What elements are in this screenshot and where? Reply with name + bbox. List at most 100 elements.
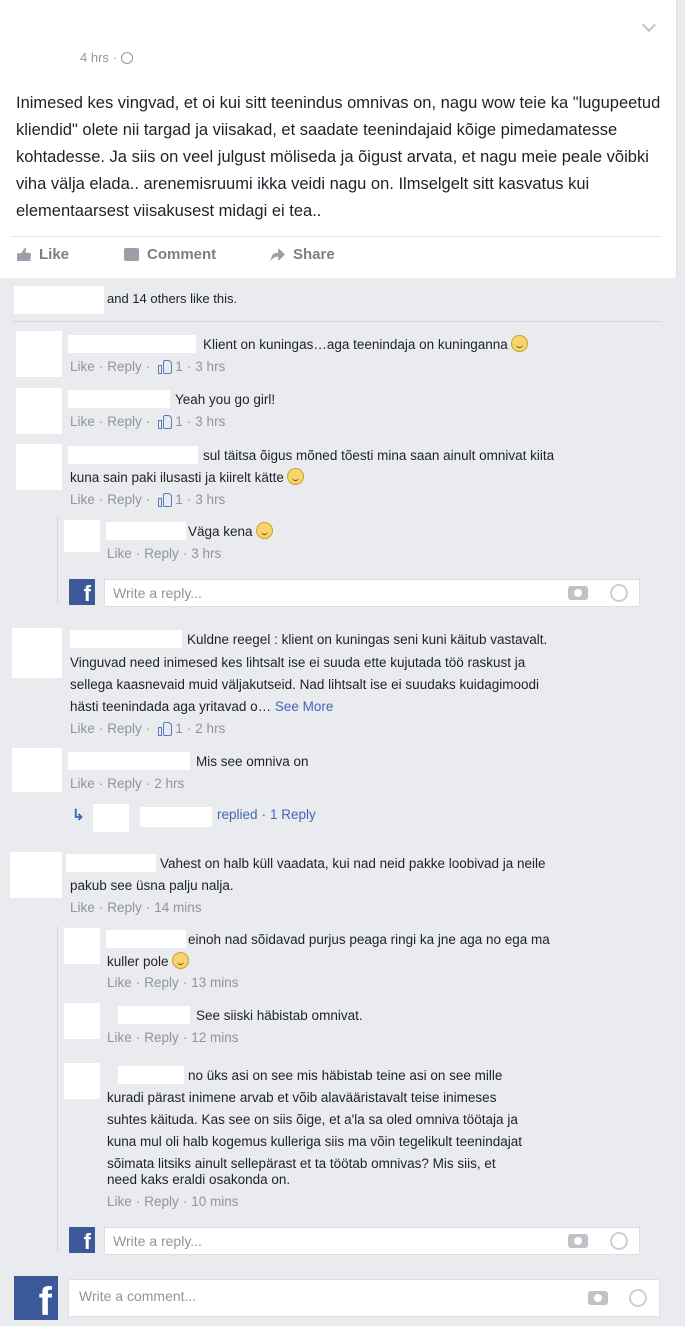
commenter-avatar[interactable] <box>16 331 62 377</box>
reply-link[interactable]: Reply <box>144 546 179 561</box>
like-link[interactable]: Like <box>70 721 95 736</box>
globe-icon[interactable] <box>121 51 134 64</box>
reply-avatar[interactable] <box>64 1003 100 1039</box>
replies-summary[interactable]: replied · 1 Reply <box>217 807 316 822</box>
reply-link[interactable]: Reply <box>144 1194 179 1209</box>
reply-text-line: kuna mul oli halb kogemus kulleriga siis… <box>107 1134 522 1149</box>
like-link[interactable]: Like <box>70 900 95 915</box>
reply-input[interactable]: Write a reply... <box>104 1227 640 1255</box>
share-button[interactable]: Share <box>270 246 335 263</box>
commenter-name[interactable] <box>68 335 196 353</box>
reply-link[interactable]: Reply <box>107 721 142 736</box>
reply-link[interactable]: Reply <box>107 776 142 791</box>
comment-time[interactable]: 3 hrs <box>195 359 225 374</box>
commenter-name[interactable] <box>66 854 156 872</box>
like-link[interactable]: Like <box>107 1194 132 1209</box>
reply-time[interactable]: 10 mins <box>191 1194 238 1209</box>
reply-link[interactable]: Reply <box>144 1030 179 1045</box>
like-link[interactable]: Like <box>107 975 132 990</box>
like-link[interactable]: Like <box>70 776 95 791</box>
redacted-name <box>14 286 104 314</box>
reply-text: Väga kena <box>188 521 273 542</box>
emoji-icon[interactable] <box>610 1232 628 1250</box>
comment-actions: Like · Reply · 14 mins <box>70 900 202 915</box>
reply-text-line: suhtes käituda. Kas see on siis õige, et… <box>107 1112 518 1127</box>
reply-time[interactable]: 13 mins <box>191 975 238 990</box>
comment-input[interactable]: Write a comment... <box>68 1279 660 1317</box>
commenter-name[interactable] <box>68 390 170 408</box>
comment-time[interactable]: 3 hrs <box>195 414 225 429</box>
author-avatar[interactable] <box>16 22 64 70</box>
comment-icon <box>124 248 139 261</box>
like-count[interactable]: 1 <box>175 721 183 736</box>
replier-avatar[interactable] <box>93 804 129 832</box>
reply-arrow-icon: ↳ <box>72 807 85 824</box>
like-link[interactable]: Like <box>70 492 95 507</box>
like-count[interactable]: 1 <box>175 414 183 429</box>
comment-time[interactable]: 2 hrs <box>154 776 184 791</box>
commenter-avatar[interactable] <box>12 628 62 678</box>
reply-input[interactable]: Write a reply... <box>104 579 640 607</box>
commenter-name[interactable] <box>68 446 198 464</box>
commenter-avatar[interactable] <box>10 852 62 898</box>
smiley-icon <box>255 522 273 539</box>
see-more-link[interactable]: See More <box>275 699 334 714</box>
reply-link[interactable]: Reply <box>107 414 142 429</box>
post-time[interactable]: 4 hrs <box>80 50 109 65</box>
comment-text: sul täitsa õigus mõned tõesti mina saan … <box>203 448 555 463</box>
camera-icon[interactable] <box>568 1234 588 1248</box>
like-link[interactable]: Like <box>70 359 95 374</box>
comment-time[interactable]: 3 hrs <box>195 492 225 507</box>
comment-time[interactable]: 14 mins <box>154 900 201 915</box>
commenter-avatar[interactable] <box>16 444 62 490</box>
reply-avatar[interactable] <box>64 928 100 964</box>
smiley-icon <box>286 468 304 485</box>
reply-name[interactable] <box>118 1066 184 1084</box>
reply-link[interactable]: Reply <box>107 359 142 374</box>
reply-avatar[interactable] <box>64 1063 100 1099</box>
comment-text-line: kuna sain paki ilusasti ja kiirelt kätte <box>70 467 304 488</box>
comment-text: Vahest on halb küll vaadata, kui nad nei… <box>160 856 546 871</box>
like-button[interactable]: Like <box>17 246 69 263</box>
likes-summary[interactable]: and 14 others like this. <box>107 291 237 306</box>
thread-line <box>57 926 58 1252</box>
reply-link[interactable]: Reply <box>144 975 179 990</box>
emoji-icon[interactable] <box>629 1289 647 1307</box>
replier-name[interactable] <box>140 807 212 827</box>
divider <box>12 236 662 237</box>
commenter-avatar[interactable] <box>12 748 62 792</box>
post-meta: 4 hrs · <box>80 50 134 65</box>
commenter-avatar[interactable] <box>16 388 62 434</box>
comment-text-line: hästi teenindada aga yritavad o… See Mor… <box>70 699 334 714</box>
reply-name[interactable] <box>106 930 186 948</box>
chevron-down-icon[interactable] <box>641 17 657 33</box>
comment-time[interactable]: 2 hrs <box>195 721 225 736</box>
commenter-name[interactable] <box>70 630 182 648</box>
comment-button[interactable]: Comment <box>124 246 216 263</box>
like-count[interactable]: 1 <box>175 492 183 507</box>
like-link[interactable]: Like <box>107 546 132 561</box>
commenter-name[interactable] <box>68 752 190 770</box>
reply-name[interactable] <box>106 522 186 540</box>
reply-link[interactable]: Reply <box>107 900 142 915</box>
like-link[interactable]: Like <box>107 1030 132 1045</box>
reply-time[interactable]: 3 hrs <box>191 546 221 561</box>
post-text: Inimesed kes vingvad, et oi kui sitt tee… <box>16 94 661 220</box>
reply-link[interactable]: Reply <box>107 492 142 507</box>
smiley-icon <box>510 335 528 352</box>
reply-avatar[interactable] <box>64 520 100 552</box>
camera-icon[interactable] <box>588 1291 608 1305</box>
share-icon <box>270 248 285 261</box>
reply-name[interactable] <box>118 1006 190 1024</box>
camera-icon[interactable] <box>568 586 588 600</box>
comment-text: Mis see omniva on <box>196 754 309 769</box>
reply-text: See siiski häbistab omnivat. <box>196 1008 363 1023</box>
like-icon <box>17 248 31 261</box>
reply-time[interactable]: 12 mins <box>191 1030 238 1045</box>
thumbs-up-icon <box>158 721 173 736</box>
emoji-icon[interactable] <box>610 584 628 602</box>
reply-actions: Like · Reply · 3 hrs <box>107 546 222 561</box>
like-link[interactable]: Like <box>70 414 95 429</box>
like-count[interactable]: 1 <box>175 359 183 374</box>
facebook-logo-icon: f <box>14 1276 58 1320</box>
